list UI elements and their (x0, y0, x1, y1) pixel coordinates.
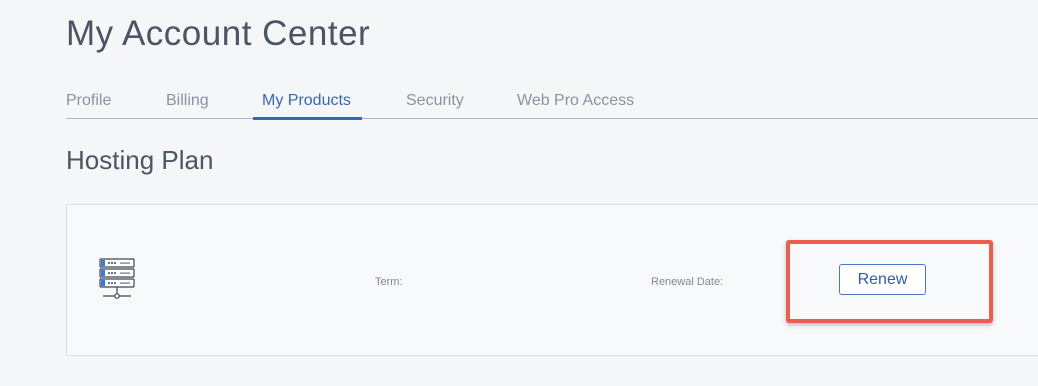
renewal-date-label: Renewal Date: (651, 276, 724, 288)
account-center-page: My Account Center Profile Billing My Pro… (0, 0, 1038, 386)
tab-security[interactable]: Security (406, 92, 464, 119)
tab-web-pro-access[interactable]: Web Pro Access (517, 92, 634, 119)
server-rack-icon (99, 258, 137, 303)
term-label: Term: (375, 276, 403, 288)
tab-profile[interactable]: Profile (66, 92, 111, 119)
tab-billing[interactable]: Billing (166, 92, 209, 119)
tab-my-products[interactable]: My Products (253, 92, 362, 120)
renew-button[interactable]: Renew (839, 264, 926, 295)
account-tabs: Profile Billing My Products Security Web… (66, 86, 1038, 120)
section-title: Hosting Plan (66, 145, 214, 175)
page-title: My Account Center (66, 14, 371, 53)
